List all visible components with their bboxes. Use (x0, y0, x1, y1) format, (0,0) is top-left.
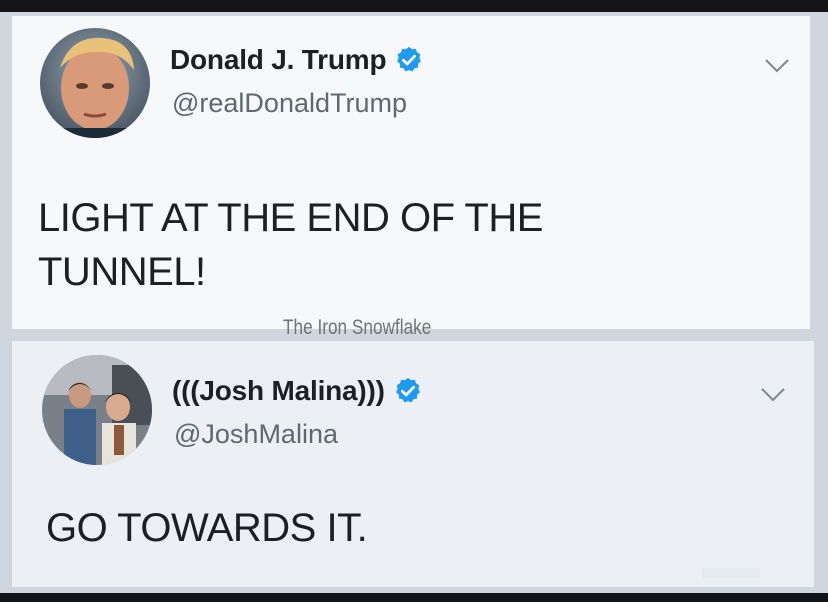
chevron-down-icon[interactable] (760, 387, 786, 403)
avatar[interactable] (40, 28, 150, 138)
tweet-card-malina[interactable]: (((Josh Malina))) @JoshMalina GO TOWARDS… (12, 341, 814, 587)
screenshot-frame: Donald J. Trump @realDonaldTrump LIGHT A… (0, 0, 828, 602)
avatar-portrait-icon (40, 28, 150, 138)
tweet-text: GO TOWARDS IT. (46, 506, 368, 550)
watermark: The Iron Snowflake (283, 316, 432, 339)
verified-badge-icon (397, 46, 422, 72)
verified-badge-icon (395, 377, 420, 403)
tweet-text: LIGHT AT THE END OF THE TUNNEL! (38, 196, 543, 294)
chevron-down-icon[interactable] (764, 58, 790, 74)
display-name[interactable]: Donald J. Trump (170, 44, 387, 76)
avatar[interactable] (42, 355, 152, 465)
bottom-border (0, 593, 828, 602)
display-name[interactable]: (((Josh Malina))) (172, 375, 385, 407)
faint-watermark-smudge (702, 568, 760, 578)
handle[interactable]: @JoshMalina (174, 419, 338, 450)
handle[interactable]: @realDonaldTrump (172, 88, 407, 119)
author-row: Donald J. Trump (170, 44, 424, 76)
avatar-photo-icon (42, 355, 152, 465)
tweet-card-trump[interactable]: Donald J. Trump @realDonaldTrump LIGHT A… (12, 16, 810, 329)
top-border (0, 0, 828, 12)
author-row: (((Josh Malina))) (172, 375, 423, 407)
